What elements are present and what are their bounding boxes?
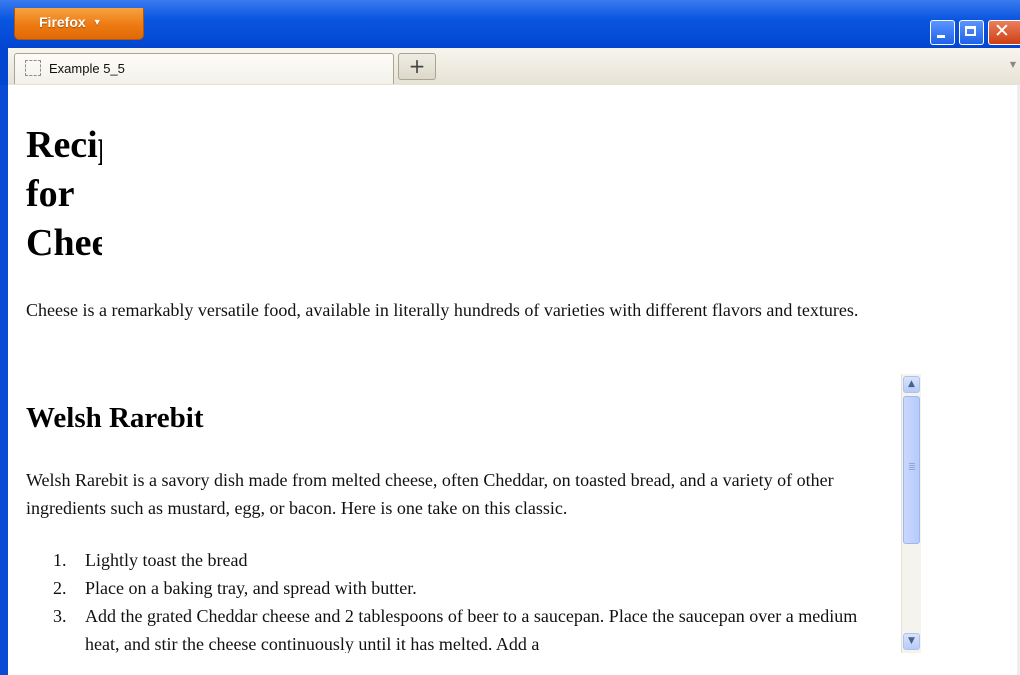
article-description: Welsh Rarebit is a savory dish made from… (26, 470, 834, 518)
step-text: Place on a baking tray, and spread with … (85, 578, 417, 598)
maximize-button[interactable] (959, 20, 984, 45)
intro-paragraph: Cheese is a remarkably versatile food, a… (26, 300, 859, 320)
step-number: 1. (53, 550, 67, 570)
step-text: Add the grated Cheddar cheese and 2 tabl… (85, 606, 858, 653)
scrollable-article[interactable]: Welsh Rarebit Welsh Rarebit is a savory … (8, 374, 921, 653)
article-scrollbar[interactable]: ▲ ▼ (901, 374, 921, 653)
firefox-menu-button[interactable]: Firefox ▼ (14, 8, 144, 40)
page-heading-line: Cheese (26, 222, 102, 264)
tab-title: Example 5_5 (49, 61, 125, 76)
page-heading: Recipes for Cheese (26, 121, 102, 268)
scroll-up-button[interactable]: ▲ (903, 376, 920, 393)
list-item: 2. Place on a baking tray, and spread wit… (26, 574, 896, 602)
step-number: 3. (53, 606, 67, 626)
list-item: 3. Add the grated Cheddar cheese and 2 ta… (26, 602, 896, 653)
tab-strip: Example 5_5 + ▼ (0, 48, 1020, 86)
page-heading-line: Recipes (26, 124, 102, 166)
firefox-menu-label: Firefox (39, 14, 86, 30)
page-heading-line: for (26, 173, 75, 215)
step-number: 2. (53, 578, 67, 598)
chevron-down-icon: ▼ (908, 636, 915, 646)
close-button[interactable]: ✕ (988, 20, 1020, 45)
grip-icon (909, 463, 915, 471)
chevron-up-icon: ▲ (908, 379, 915, 389)
page-favicon-icon (25, 60, 41, 76)
close-icon: ✕ (994, 20, 1010, 42)
tab-list-icon[interactable]: ▼ (1010, 60, 1016, 69)
list-item: 1. Lightly toast the bread (26, 546, 896, 574)
chevron-down-icon: ▼ (92, 17, 102, 27)
minimize-button[interactable] (930, 20, 955, 45)
recipe-steps-list: 1. Lightly toast the bread 2. Place on a b… (26, 546, 896, 653)
window-frame-left (0, 85, 8, 675)
article-title: Welsh Rarebit (26, 402, 204, 434)
new-tab-button[interactable]: + (398, 53, 436, 80)
scroll-down-button[interactable]: ▼ (903, 633, 920, 650)
page-viewport: Recipes for Cheese Cheese is a remarkabl… (8, 85, 1017, 675)
window-titlebar: Firefox ▼ ✕ (0, 0, 1020, 48)
tab-example-5-5[interactable]: Example 5_5 (14, 53, 394, 84)
scroll-thumb[interactable] (903, 396, 920, 544)
step-text: Lightly toast the bread (85, 550, 248, 570)
